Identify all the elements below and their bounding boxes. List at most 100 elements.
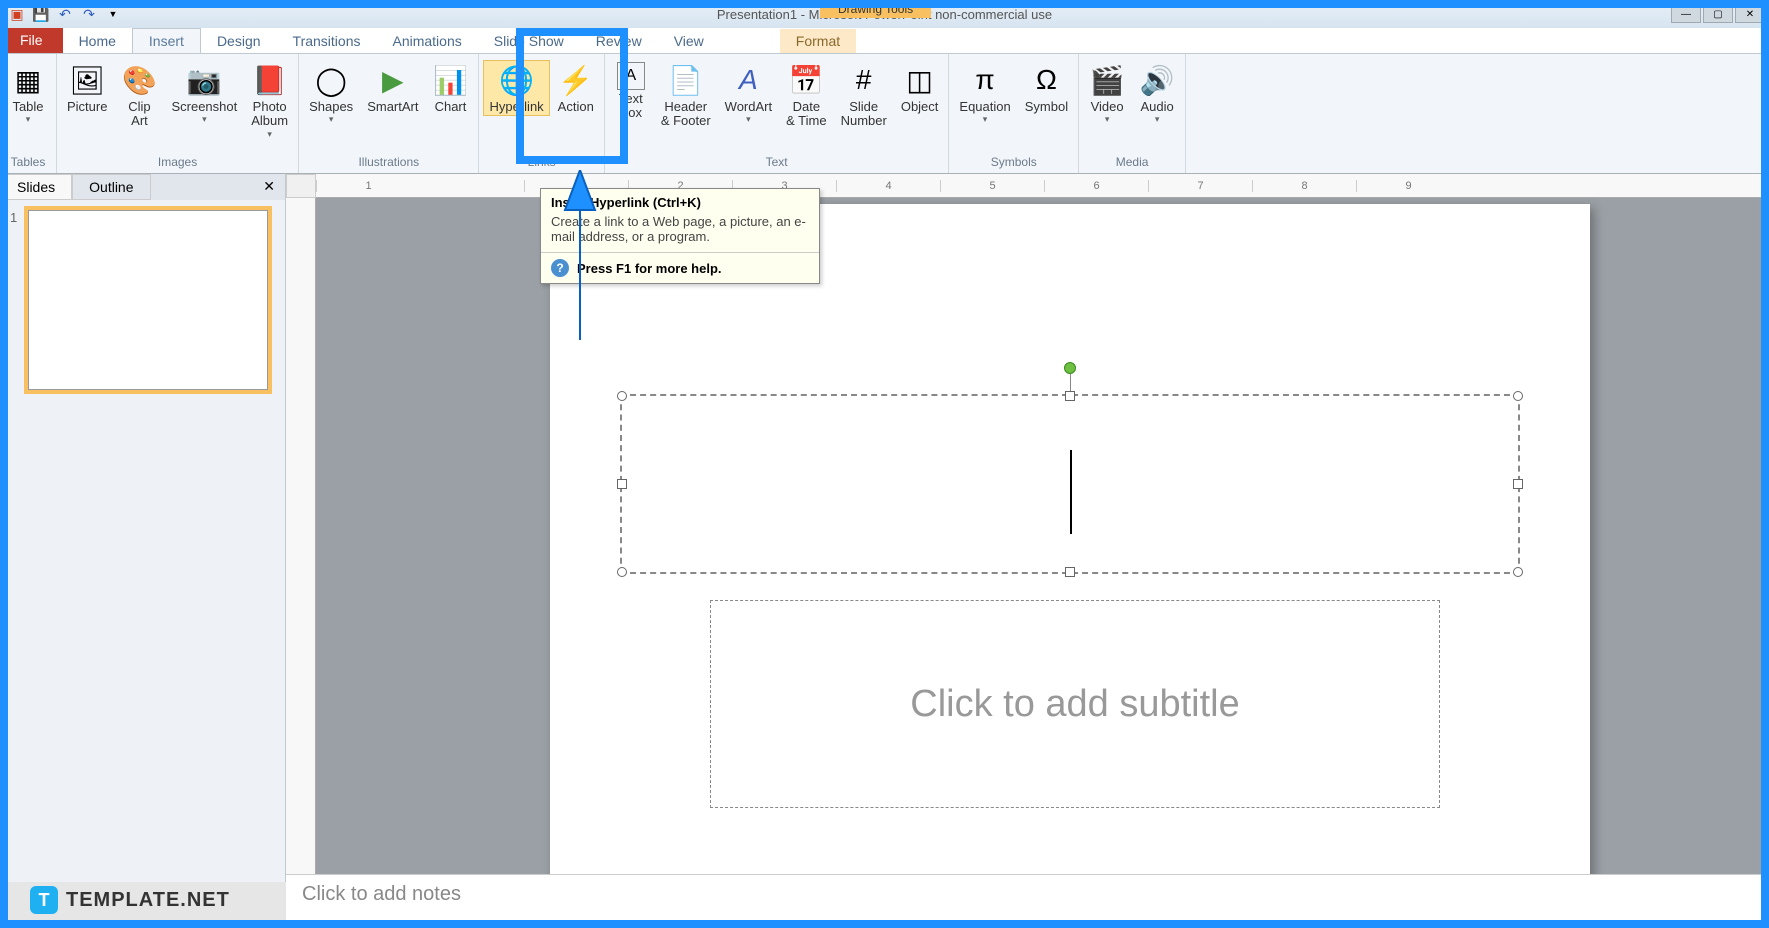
resize-handle-w[interactable]	[617, 479, 627, 489]
action-button[interactable]: ⚡Action	[552, 60, 600, 116]
maximize-button[interactable]: ▢	[1703, 5, 1733, 23]
textbox-button[interactable]: AText Box	[609, 60, 653, 123]
wordart-icon: A	[730, 62, 766, 98]
photoalbum-button[interactable]: 📕Photo Album▾	[245, 60, 294, 142]
tab-file[interactable]: File	[0, 27, 63, 53]
save-icon[interactable]: 💾	[30, 3, 52, 25]
side-tab-outline[interactable]: Outline	[72, 174, 150, 200]
datetime-icon: 📅	[788, 62, 824, 98]
equation-button[interactable]: πEquation▾	[953, 60, 1016, 127]
datetime-button[interactable]: 📅Date & Time	[780, 60, 832, 131]
audio-icon: 🔊	[1139, 62, 1175, 98]
group-illustrations: ◯Shapes▾ ▶SmartArt 📊Chart Illustrations	[299, 54, 479, 173]
slidenumber-button[interactable]: #Slide Number	[835, 60, 893, 131]
window-controls: — ▢ ✕	[1671, 5, 1765, 23]
chart-button[interactable]: 📊Chart	[426, 60, 474, 116]
shapes-icon: ◯	[313, 62, 349, 98]
video-button[interactable]: 🎬Video▾	[1083, 60, 1131, 127]
context-tab-label: Drawing Tools	[820, 0, 931, 18]
subtitle-textbox[interactable]: Click to add subtitle	[710, 600, 1440, 808]
text-cursor	[1070, 450, 1072, 534]
watermark: T TEMPLATE.NET	[30, 886, 230, 914]
resize-handle-se[interactable]	[1513, 567, 1523, 577]
subtitle-placeholder: Click to add subtitle	[910, 683, 1240, 726]
title-textbox-selected[interactable]	[620, 394, 1520, 574]
table-button[interactable]: ▦Table▾	[4, 60, 52, 127]
notes-pane[interactable]: Click to add notes	[286, 874, 1761, 920]
side-tabs: Slides Outline ✕	[0, 174, 285, 200]
resize-handle-e[interactable]	[1513, 479, 1523, 489]
clipart-icon: 🎨	[121, 62, 157, 98]
group-media: 🎬Video▾ 🔊Audio▾ Media	[1079, 54, 1186, 173]
notes-placeholder: Click to add notes	[302, 883, 461, 905]
quick-access-toolbar: ▣ 💾 ↶ ↷ ▼	[4, 3, 124, 25]
side-panel: Slides Outline ✕ 1	[0, 174, 286, 882]
close-button[interactable]: ✕	[1735, 5, 1765, 23]
object-icon: ◫	[902, 62, 938, 98]
tab-slideshow[interactable]: Slide Show	[478, 29, 580, 53]
watermark-text: TEMPLATE.NET	[66, 889, 230, 912]
audio-button[interactable]: 🔊Audio▾	[1133, 60, 1181, 127]
picture-button[interactable]: 🖼Picture	[61, 60, 113, 116]
shapes-button[interactable]: ◯Shapes▾	[303, 60, 359, 127]
slide-number: 1	[10, 210, 17, 225]
resize-handle-s[interactable]	[1065, 567, 1075, 577]
tab-insert[interactable]: Insert	[132, 28, 201, 53]
tab-animations[interactable]: Animations	[376, 29, 477, 53]
resize-handle-sw[interactable]	[617, 567, 627, 577]
tab-view[interactable]: View	[658, 29, 720, 53]
horizontal-ruler[interactable]: 1123456789	[316, 174, 1769, 198]
tab-review[interactable]: Review	[580, 29, 658, 53]
group-label-text: Text	[609, 153, 945, 171]
group-symbols: πEquation▾ ΩSymbol Symbols	[949, 54, 1079, 173]
smartart-button[interactable]: ▶SmartArt	[361, 60, 424, 116]
hyperlink-button[interactable]: 🌐Hyperlink	[483, 60, 549, 116]
resize-handle-n[interactable]	[1065, 391, 1075, 401]
slide-canvas[interactable]: Click to add subtitle	[550, 204, 1590, 882]
group-tables: ▦Table▾ Tables	[0, 54, 57, 173]
undo-icon[interactable]: ↶	[54, 3, 76, 25]
close-panel-icon[interactable]: ✕	[253, 174, 285, 200]
clipart-button[interactable]: 🎨Clip Art	[115, 60, 163, 131]
side-tab-slides[interactable]: Slides	[0, 174, 72, 200]
qat-dropdown-icon[interactable]: ▼	[102, 3, 124, 25]
resize-handle-nw[interactable]	[617, 391, 627, 401]
vertical-ruler[interactable]	[286, 198, 316, 882]
tab-transitions[interactable]: Transitions	[277, 29, 377, 53]
equation-icon: π	[967, 62, 1003, 98]
chart-icon: 📊	[432, 62, 468, 98]
group-links: 🌐Hyperlink ⚡Action Links	[479, 54, 604, 173]
slide-thumbnail-1[interactable]	[28, 210, 268, 390]
tab-format[interactable]: Format	[780, 29, 856, 53]
tab-design[interactable]: Design	[201, 29, 277, 53]
thumbnail-area: 1	[0, 200, 285, 405]
tooltip-hyperlink: Insert Hyperlink (Ctrl+K) Create a link …	[540, 188, 820, 284]
group-label-tables: Tables	[4, 153, 52, 171]
watermark-icon: T	[30, 886, 58, 914]
tooltip-body: Create a link to a Web page, a picture, …	[541, 212, 819, 252]
object-button[interactable]: ◫Object	[895, 60, 945, 116]
smartart-icon: ▶	[375, 62, 411, 98]
minimize-button[interactable]: —	[1671, 5, 1701, 23]
wordart-button[interactable]: AWordArt▾	[719, 60, 778, 127]
screenshot-icon: 📷	[186, 62, 222, 98]
tooltip-footer: ? Press F1 for more help.	[541, 252, 819, 283]
hyperlink-icon: 🌐	[499, 62, 535, 98]
ribbon-tabs: File Home Insert Design Transitions Anim…	[0, 28, 1769, 54]
headerfooter-button[interactable]: 📄Header & Footer	[655, 60, 717, 131]
tab-home[interactable]: Home	[63, 29, 132, 53]
rotate-handle[interactable]	[1064, 362, 1076, 374]
group-label-media: Media	[1083, 153, 1181, 171]
help-icon: ?	[551, 259, 569, 277]
resize-handle-ne[interactable]	[1513, 391, 1523, 401]
group-label-images: Images	[61, 153, 294, 171]
workspace: Slides Outline ✕ 1 1123456789	[0, 174, 1769, 882]
photoalbum-icon: 📕	[252, 62, 288, 98]
redo-icon[interactable]: ↷	[78, 3, 100, 25]
screenshot-button[interactable]: 📷Screenshot▾	[165, 60, 243, 127]
symbol-button[interactable]: ΩSymbol	[1019, 60, 1074, 116]
tooltip-footer-text: Press F1 for more help.	[577, 261, 722, 276]
powerpoint-icon[interactable]: ▣	[6, 3, 28, 25]
tooltip-title: Insert Hyperlink (Ctrl+K)	[541, 189, 819, 212]
picture-icon: 🖼	[69, 62, 105, 98]
